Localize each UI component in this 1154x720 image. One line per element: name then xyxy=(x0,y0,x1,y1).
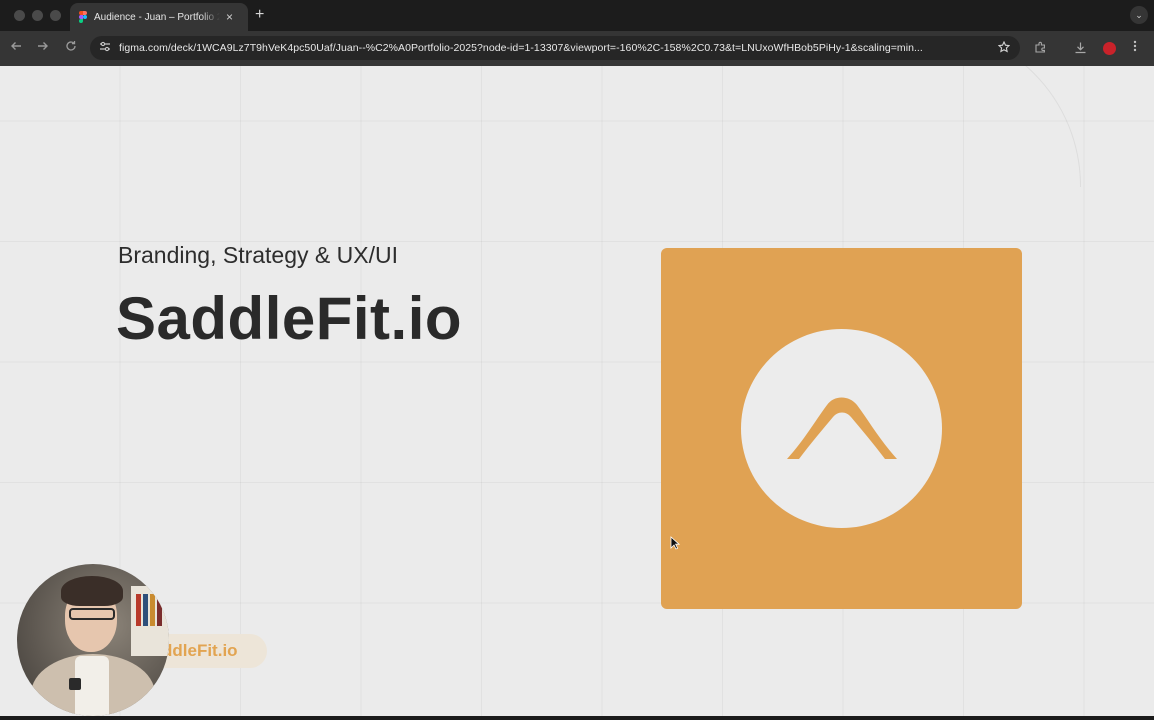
mouse-cursor-icon xyxy=(670,536,680,550)
presenter-hair xyxy=(61,576,123,606)
decorative-arc xyxy=(860,66,1081,187)
browser-window: Audience - Juan – Portfolio 2025 × + ⌄ f… xyxy=(0,0,1154,720)
star-icon[interactable] xyxy=(997,40,1011,56)
book xyxy=(157,594,162,626)
tab-close-icon[interactable]: × xyxy=(226,11,233,23)
window-controls xyxy=(14,10,61,21)
logo-circle xyxy=(741,329,942,528)
profile-avatar[interactable] xyxy=(1103,42,1116,55)
puzzle-icon[interactable] xyxy=(1034,41,1047,57)
webcam-overlay xyxy=(17,564,169,716)
address-bar[interactable]: figma.com/deck/1WCA9Lz7T9hVeK4pc50Uaf/Ju… xyxy=(90,36,1020,60)
slide-subtitle: Branding, Strategy & UX/UI xyxy=(118,242,398,268)
presenter-glasses xyxy=(69,608,115,620)
url-text: figma.com/deck/1WCA9Lz7T9hVeK4pc50Uaf/Ju… xyxy=(119,42,923,54)
book xyxy=(150,594,155,626)
back-arrow-icon[interactable] xyxy=(10,40,22,56)
tab-active[interactable]: Audience - Juan – Portfolio 2025 × xyxy=(70,3,248,31)
slide-title: SaddleFit.io xyxy=(116,285,463,352)
forward-arrow-icon[interactable] xyxy=(37,40,49,56)
tab-title: Audience - Juan – Portfolio 2025 xyxy=(94,11,220,23)
download-icon[interactable] xyxy=(1074,41,1087,57)
kebab-menu-icon[interactable] xyxy=(1133,40,1137,55)
figma-icon xyxy=(79,11,87,23)
slide-canvas: Branding, Strategy & UX/UI SaddleFit.io … xyxy=(0,66,1154,716)
window-bottom-edge xyxy=(0,716,1154,720)
saddle-mark-icon xyxy=(787,397,897,459)
logo-card xyxy=(661,248,1022,609)
tab-search-button[interactable]: ⌄ xyxy=(1130,6,1148,24)
book xyxy=(143,594,148,626)
microphone xyxy=(69,678,81,690)
tab-strip: Audience - Juan – Portfolio 2025 × + ⌄ xyxy=(0,0,1154,31)
book xyxy=(136,594,141,626)
maximize-window-button[interactable] xyxy=(50,10,61,21)
minimize-window-button[interactable] xyxy=(32,10,43,21)
new-tab-button[interactable]: + xyxy=(255,6,264,24)
browser-toolbar: figma.com/deck/1WCA9Lz7T9hVeK4pc50Uaf/Ju… xyxy=(0,31,1154,66)
reload-icon[interactable] xyxy=(65,40,77,56)
tune-icon[interactable] xyxy=(99,41,111,55)
pill-label: ddleFit.io xyxy=(162,641,238,660)
close-window-button[interactable] xyxy=(14,10,25,21)
